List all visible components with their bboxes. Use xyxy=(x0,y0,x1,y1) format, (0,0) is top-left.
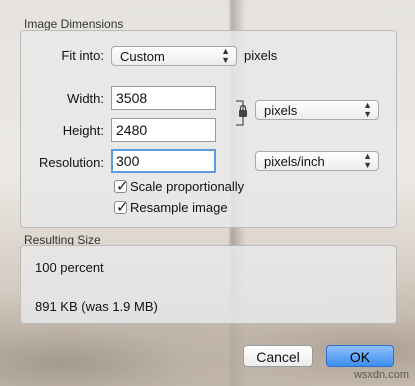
resolution-field[interactable]: 300 xyxy=(111,149,216,173)
fit-into-popup[interactable]: Custom ▲ ▼ xyxy=(111,46,237,66)
image-dimensions-title: Image Dimensions xyxy=(24,17,124,31)
popup-arrows-icon: ▲ ▼ xyxy=(363,100,372,119)
resolution-unit-value: pixels/inch xyxy=(264,154,325,169)
width-label: Width: xyxy=(67,91,104,106)
resulting-percent: 100 percent xyxy=(35,260,104,275)
width-field[interactable]: 3508 xyxy=(111,86,216,110)
resample-image-checkbox[interactable]: ✓ xyxy=(114,199,129,216)
height-label: Height: xyxy=(62,123,104,138)
resulting-file-size: 891 KB (was 1.9 MB) xyxy=(35,299,158,314)
checkmark-icon: ✓ xyxy=(116,199,129,216)
watermark: wsxdn.com xyxy=(353,369,409,381)
scale-proportionally-checkbox[interactable]: ✓ xyxy=(114,178,129,195)
fit-into-unit: pixels xyxy=(244,48,278,63)
popup-arrows-icon: ▲ ▼ xyxy=(363,151,372,170)
height-field[interactable]: 2480 xyxy=(111,118,216,142)
ok-button[interactable]: OK xyxy=(326,345,394,367)
fit-into-label: Fit into: xyxy=(61,48,104,63)
image-dimensions-dialog: Image Dimensions Fit into: Custom ▲ ▼ pix… xyxy=(0,0,415,386)
resolution-label: Resolution: xyxy=(38,155,104,170)
dimension-unit-value: pixels xyxy=(264,103,298,118)
constrain-lock-icon xyxy=(236,100,247,126)
scale-proportionally-label[interactable]: Scale proportionally xyxy=(130,179,244,194)
resolution-unit-popup[interactable]: pixels/inch ▲ ▼ xyxy=(255,151,379,171)
popup-arrows-icon: ▲ ▼ xyxy=(221,46,230,65)
checkmark-icon: ✓ xyxy=(116,178,129,195)
dimension-unit-popup[interactable]: pixels ▲ ▼ xyxy=(255,100,379,120)
cancel-button[interactable]: Cancel xyxy=(243,345,313,367)
resample-image-label[interactable]: Resample image xyxy=(130,200,228,215)
fit-into-value: Custom xyxy=(120,49,165,64)
